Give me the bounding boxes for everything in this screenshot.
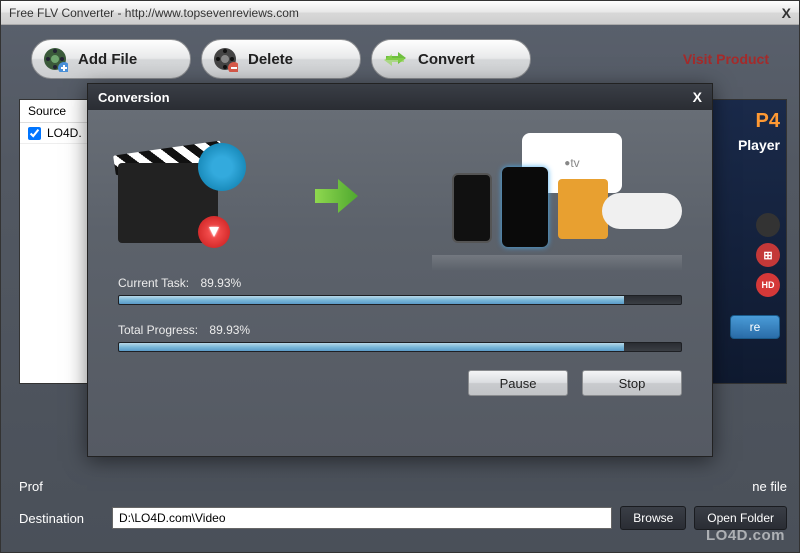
profile-row: Prof ne file	[19, 479, 787, 494]
dialog-body: ● tv Current Task: 89.93% Total Pro	[88, 110, 712, 414]
browse-button[interactable]: Browse	[620, 506, 686, 530]
target-devices-icon: ● tv	[432, 133, 682, 263]
side-more-button[interactable]: re	[730, 315, 780, 339]
destination-row: Destination Browse Open Folder	[19, 506, 787, 530]
current-task-fill	[119, 296, 624, 304]
source-item-label: LO4D.	[47, 126, 82, 140]
destination-label: Destination	[19, 511, 104, 526]
main-titlebar: Free FLV Converter - http://www.topseven…	[1, 1, 799, 25]
convert-arrows-icon	[382, 46, 408, 72]
dialog-title: Conversion	[98, 90, 170, 105]
destination-input[interactable]	[112, 507, 612, 529]
close-icon[interactable]: X	[782, 5, 791, 21]
windows-media-icon: ⊞	[756, 243, 780, 267]
watermark: LO4D.com	[706, 527, 785, 544]
total-progress-progressbar	[118, 342, 682, 352]
total-progress-label: Total Progress: 89.93%	[118, 323, 682, 337]
profile-right-text: ne file	[752, 479, 787, 494]
conversion-graphic: ● tv	[118, 128, 682, 268]
main-window: Free FLV Converter - http://www.topseven…	[0, 0, 800, 553]
add-file-label: Add File	[78, 51, 137, 68]
conversion-dialog: Conversion X ● tv	[87, 83, 713, 457]
hd-icon: HD	[756, 273, 780, 297]
delete-label: Delete	[248, 51, 293, 68]
total-progress-fill	[119, 343, 624, 351]
apple-icon	[756, 213, 780, 237]
dialog-titlebar[interactable]: Conversion X	[88, 84, 712, 110]
film-reel-add-icon	[42, 46, 68, 72]
arrow-right-icon	[310, 171, 360, 226]
pause-button[interactable]: Pause	[468, 370, 568, 396]
current-task-label: Current Task: 89.93%	[118, 276, 682, 290]
profile-label: Prof	[19, 479, 104, 494]
add-file-button[interactable]: Add File	[31, 39, 191, 79]
source-checkbox[interactable]	[28, 127, 41, 140]
delete-button[interactable]: Delete	[201, 39, 361, 79]
flv-source-icon	[118, 143, 238, 253]
film-reel-delete-icon	[212, 46, 238, 72]
convert-button[interactable]: Convert	[371, 39, 531, 79]
bottom-bar: Prof ne file Destination Browse Open Fol…	[19, 467, 787, 530]
tv-label: tv	[570, 156, 579, 170]
current-task-percent: 89.93%	[200, 276, 241, 290]
close-icon[interactable]: X	[693, 89, 702, 105]
total-progress-percent: 89.93%	[209, 323, 250, 337]
dialog-buttons: Pause Stop	[118, 370, 682, 396]
current-task-progress	[118, 295, 682, 305]
stop-button[interactable]: Stop	[582, 370, 682, 396]
visit-product-link[interactable]: Visit Product	[683, 51, 769, 67]
window-title: Free FLV Converter - http://www.topseven…	[9, 6, 299, 20]
progress-section: Current Task: 89.93% Total Progress: 89.…	[118, 276, 682, 352]
convert-label: Convert	[418, 51, 475, 68]
